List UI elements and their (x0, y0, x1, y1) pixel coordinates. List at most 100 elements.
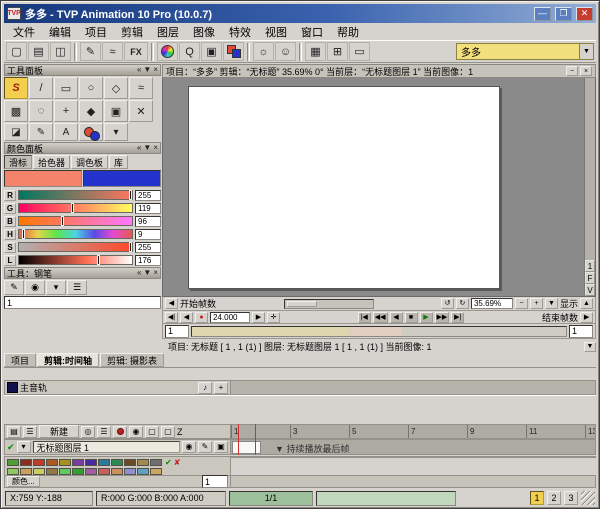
back-color-swatch[interactable] (83, 170, 161, 187)
page-button-3[interactable]: 3 (564, 491, 578, 505)
add-audio-icon[interactable]: + (214, 382, 228, 394)
layer-color-chip[interactable] (46, 459, 58, 466)
tab-project[interactable]: 项目 (4, 353, 36, 367)
panel-minimize-icon[interactable]: − (566, 66, 578, 76)
layer-color-chip[interactable] (20, 459, 32, 466)
zoom-z-label[interactable]: Z (177, 427, 183, 437)
layer-color-chip[interactable] (33, 459, 45, 466)
text-tool-icon[interactable]: A (54, 123, 78, 141)
timeline-dropdown-icon[interactable]: ▼ (584, 342, 596, 352)
audio-track-header[interactable]: 主音轨 ♪ + (4, 380, 231, 395)
slider-handle[interactable] (129, 190, 132, 200)
options-icon[interactable]: ☰ (97, 426, 111, 438)
end-frame-right-icon[interactable]: ▶ (580, 312, 593, 323)
end-frame-field[interactable] (569, 325, 593, 338)
layer-header[interactable]: ✔ ▾ 无标题图层 1 ◉ ✎ ▣ (4, 439, 231, 455)
record-dot-icon[interactable] (113, 426, 127, 438)
b-slider[interactable] (18, 216, 133, 226)
maximize-button[interactable]: ❐ (555, 7, 572, 21)
frame-ruler[interactable]: 1 3 5 7 9 11 13 (231, 424, 596, 439)
layer-row[interactable]: ✔ ▾ 无标题图层 1 ◉ ✎ ▣ ▼ 持续播放最后帧 (4, 439, 596, 455)
go-start-icon[interactable]: |◀ (358, 312, 371, 323)
page-button-1[interactable]: 1 (530, 491, 544, 505)
color-frame-field[interactable] (202, 475, 228, 488)
toggle-b-icon[interactable]: ▢ (161, 426, 175, 438)
pen-size-field[interactable] (4, 296, 161, 309)
collapse-icon[interactable]: « (137, 269, 141, 277)
rail-button-f[interactable]: F (585, 272, 595, 284)
move-tool-icon[interactable]: ◆ (79, 100, 103, 122)
zoom-in-button[interactable]: + (530, 298, 543, 309)
clip-range-strip[interactable] (191, 326, 567, 337)
menu-effects[interactable]: 特效 (222, 23, 258, 41)
freehand-tool-icon[interactable]: ≈ (129, 77, 153, 99)
line-tool-icon[interactable]: / (29, 77, 53, 99)
table-icon[interactable]: ⊞ (327, 42, 348, 61)
resize-grip[interactable] (581, 491, 595, 505)
framerate-field[interactable]: 24.000 (210, 312, 250, 323)
s-slider-label[interactable]: S (4, 242, 16, 253)
layer-color-chip[interactable] (59, 459, 71, 466)
tab-clip-timeline[interactable]: 剪辑:时间轴 (37, 353, 99, 367)
display-dropdown-icon[interactable]: ▼ (545, 298, 558, 309)
light-icon[interactable]: ☼ (253, 42, 274, 61)
l-slider-value[interactable]: 176 (135, 255, 161, 266)
layer-color-chip[interactable] (98, 459, 110, 466)
layer-color-chip[interactable] (137, 459, 149, 466)
eye-icon[interactable]: ◉ (129, 426, 143, 438)
layer-dropdown-icon[interactable]: ▾ (17, 441, 31, 453)
front-color-swatch[interactable] (4, 170, 82, 187)
fx-button[interactable]: FX (124, 42, 148, 61)
open-icon[interactable]: ▤ (28, 42, 49, 61)
drawing-canvas[interactable] (188, 86, 500, 289)
tool-panel-header[interactable]: 工具面板 « ▼ × (4, 64, 161, 76)
layer-color-chip[interactable] (98, 468, 110, 475)
toggle-a-icon[interactable]: ▢ (145, 426, 159, 438)
menu-image[interactable]: 图像 (186, 23, 222, 41)
layer-visibility-icon[interactable]: ◉ (182, 441, 196, 453)
menu-view[interactable]: 视图 (258, 23, 294, 41)
pen-tool-panel-header[interactable]: 工具：钢笔 « ▼ × (4, 267, 161, 279)
slider-handle[interactable] (61, 216, 64, 226)
polygon-tool-icon[interactable]: ◇ (104, 77, 128, 99)
brush-icon[interactable]: ✎ (80, 42, 101, 61)
next-frame-icon[interactable]: ▶ (252, 312, 265, 323)
layer-color-chip[interactable] (33, 468, 45, 475)
layer-color-chip[interactable] (7, 468, 19, 475)
spline-pen-tool-icon[interactable]: S (4, 77, 28, 99)
slider-handle[interactable] (129, 242, 132, 252)
airbrush-icon[interactable]: ≈ (102, 42, 123, 61)
title-bar[interactable]: TVP 多多 - TVP Animation 10 Pro (10.0.7) —… (4, 4, 596, 23)
zoom-q-icon[interactable]: Q (179, 42, 200, 61)
minimize-button[interactable]: — (534, 7, 551, 21)
h-slider-label[interactable]: H (4, 229, 16, 240)
loop-icon[interactable]: ◎ (81, 426, 95, 438)
r-slider-value[interactable]: 255 (135, 190, 161, 201)
hold-arrow-icon[interactable]: ▼ (275, 444, 284, 454)
color-picker-icon[interactable] (79, 123, 103, 141)
layer-lock-icon[interactable]: ▣ (214, 441, 228, 453)
layer-color-chip[interactable] (72, 468, 84, 475)
menu-clip[interactable]: 剪辑 (114, 23, 150, 41)
pen-dropdown-icon[interactable]: ▾ (46, 280, 66, 295)
start-frame-left-icon[interactable]: ◀ (165, 298, 178, 309)
r-slider-label[interactable]: R (4, 190, 16, 201)
layer-color-chip[interactable] (124, 459, 136, 466)
layer-color-chip[interactable] (111, 459, 123, 466)
menu-window[interactable]: 窗口 (294, 23, 330, 41)
stop-icon[interactable]: ■ (405, 312, 418, 323)
cut-tool-icon[interactable]: ✕ (129, 100, 153, 122)
b-slider-value[interactable]: 96 (135, 216, 161, 227)
slider-handle[interactable] (97, 255, 100, 265)
menu-help[interactable]: 帮助 (330, 23, 366, 41)
color-swatches-icon[interactable] (223, 42, 244, 61)
ellipse-tool-icon[interactable]: ○ (79, 77, 103, 99)
g-slider-label[interactable]: G (4, 203, 16, 214)
record-icon[interactable]: ● (195, 312, 208, 323)
layer-color-chip[interactable] (72, 459, 84, 466)
tool-options-icon[interactable]: ▾ (104, 123, 128, 141)
layer-color-chip[interactable] (7, 459, 19, 466)
layer-color-chip[interactable] (85, 468, 97, 475)
tab-sliders[interactable]: 滑标 (4, 155, 32, 169)
grid-icon[interactable]: ▦ (305, 42, 326, 61)
